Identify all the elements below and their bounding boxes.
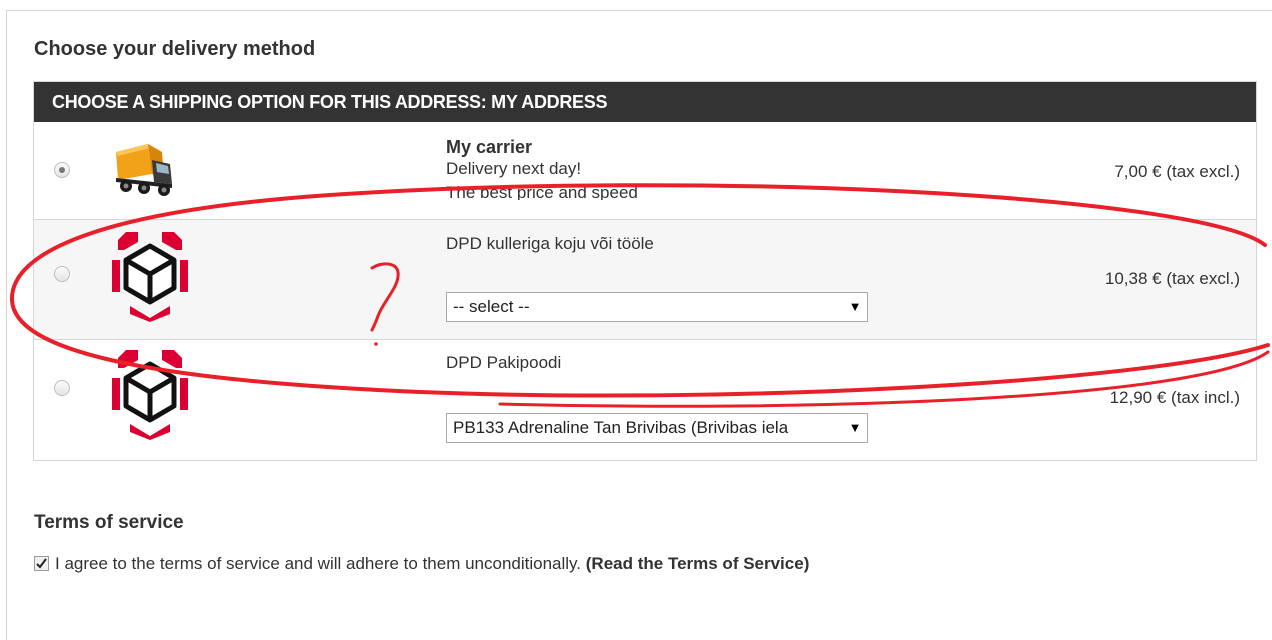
truck-icon	[108, 134, 178, 205]
shipping-options-table: CHOOSE A SHIPPING OPTION FOR THIS ADDRES…	[33, 81, 1257, 461]
terms-of-service-link[interactable]: (Read the Terms of Service)	[586, 554, 810, 573]
carrier-price: 12,90 € (tax incl.)	[1109, 388, 1240, 407]
carrier-price: 10,38 € (tax excl.)	[1104, 269, 1240, 288]
carrier-price: 7,00 € (tax excl.)	[1114, 162, 1240, 181]
page-title: Choose your delivery method	[34, 38, 316, 60]
carrier-radio-dpd-courier[interactable]	[54, 266, 70, 282]
carrier-radio-my-carrier[interactable]	[54, 162, 70, 178]
shipping-option-my-carrier[interactable]: My carrier Delivery next day! The best p…	[34, 122, 1256, 219]
dpd-box-icon	[108, 230, 192, 327]
carrier-description-2: The best price and speed	[446, 183, 638, 200]
terms-agree-text: I agree to the terms of service and will…	[55, 554, 582, 573]
dpd-box-icon	[108, 348, 192, 445]
checkmark-icon	[36, 558, 47, 569]
carrier-name: DPD Pakipoodi	[446, 353, 562, 372]
terms-checkbox[interactable]	[34, 556, 49, 571]
shipping-options-header: CHOOSE A SHIPPING OPTION FOR THIS ADDRES…	[34, 82, 1256, 122]
carrier-name: My carrier	[446, 137, 533, 157]
dropdown-arrow-icon[interactable]: ▼	[843, 293, 867, 321]
shipping-option-dpd-courier[interactable]: DPD kulleriga koju või tööle -- select -…	[34, 219, 1256, 339]
carrier-description: Delivery next day!	[446, 159, 582, 178]
carrier-name: DPD kulleriga koju või tööle	[446, 234, 654, 253]
dropdown-arrow-icon[interactable]: ▼	[843, 414, 867, 442]
shipping-option-dpd-pickup[interactable]: DPD Pakipoodi PB133 Adrenaline Tan Brivi…	[34, 339, 1256, 460]
select-value: PB133 Adrenaline Tan Brivibas (Brivibas …	[453, 418, 789, 437]
pickup-select-dpd-courier[interactable]: -- select -- ▼	[446, 292, 868, 322]
terms-agreement: I agree to the terms of service and will…	[34, 554, 809, 574]
carrier-radio-dpd-pickup[interactable]	[54, 380, 70, 396]
select-value: -- select --	[453, 297, 530, 316]
terms-title: Terms of service	[34, 512, 184, 533]
pickup-select-dpd-pakipood[interactable]: PB133 Adrenaline Tan Brivibas (Brivibas …	[446, 413, 868, 443]
